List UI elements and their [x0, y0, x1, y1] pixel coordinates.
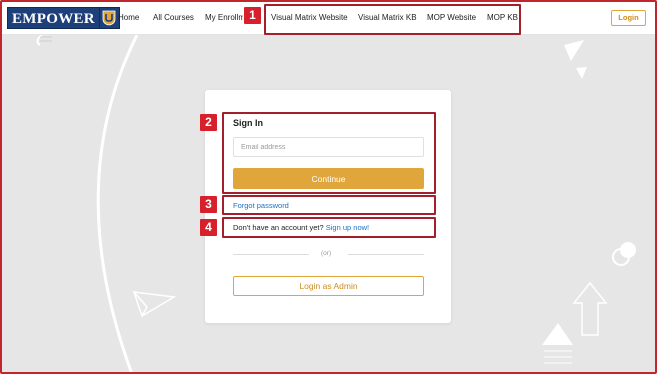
forgot-password-link[interactable]: Forgot password — [233, 201, 289, 210]
top-navbar: EMPOWER Home All Courses My Enrollments … — [2, 2, 655, 35]
annotation-badge-1: 1 — [244, 7, 261, 24]
or-text: (or) — [321, 250, 332, 257]
shield-icon — [99, 7, 120, 29]
decor-triangle-large — [564, 40, 584, 61]
nav-all-courses[interactable]: All Courses — [153, 13, 194, 22]
signin-title: Sign In — [233, 118, 263, 128]
logo-text: EMPOWER — [7, 7, 100, 29]
decor-arrow-up — [572, 281, 608, 336]
nav-mop-kb[interactable]: MOP KB — [487, 13, 518, 22]
decor-paper-plane — [132, 291, 177, 318]
app-window: EMPOWER Home All Courses My Enrollments … — [0, 0, 657, 374]
signup-prompt: Don't have an account yet? Sign up now! — [233, 223, 369, 232]
login-button[interactable]: Login — [611, 10, 646, 26]
nav-home[interactable]: Home — [118, 13, 139, 22]
annotation-badge-2: 2 — [200, 114, 217, 131]
email-field[interactable] — [233, 137, 424, 157]
nav-mop-website[interactable]: MOP Website — [427, 13, 476, 22]
annotation-badge-3: 3 — [200, 196, 217, 213]
continue-button[interactable]: Continue — [233, 168, 424, 189]
login-as-admin-button[interactable]: Login as Admin — [233, 276, 424, 296]
annotation-badge-4: 4 — [200, 219, 217, 236]
nav-my-enrollments[interactable]: My Enrollments — [205, 13, 243, 22]
decor-triangle-small — [576, 67, 587, 79]
empower-logo[interactable]: EMPOWER — [7, 7, 120, 29]
no-account-text: Don't have an account yet? — [233, 223, 326, 232]
decor-circles — [612, 242, 636, 266]
decor-grid — [40, 36, 52, 42]
decor-arc — [96, 35, 139, 372]
nav-visual-matrix-website[interactable]: Visual Matrix Website — [271, 13, 348, 22]
decor-grid-lines — [544, 350, 572, 364]
nav-visual-matrix-kb[interactable]: Visual Matrix KB — [358, 13, 417, 22]
decor-pyramid — [542, 323, 573, 345]
signup-link[interactable]: Sign up now! — [326, 223, 369, 232]
